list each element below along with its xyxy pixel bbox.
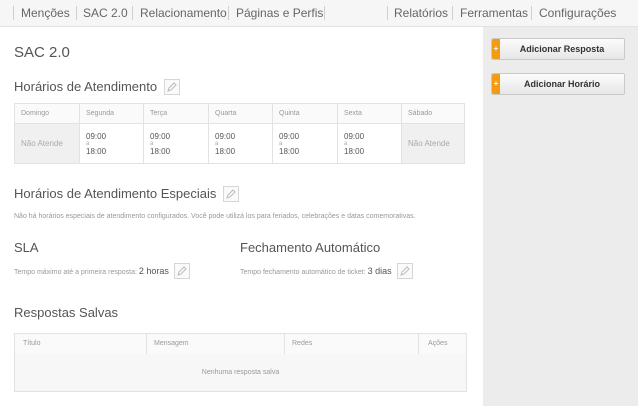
top-navigation: Menções SAC 2.0 Relacionamento Páginas e… — [0, 0, 638, 27]
close-time: 18:00 — [86, 146, 107, 156]
sla-description: Tempo máximo até a primeira resposta: — [14, 268, 137, 276]
page-title: SAC 2.0 — [14, 44, 70, 61]
special-hours-heading: Horários de Atendimento Especiais — [14, 185, 239, 203]
add-response-label: Adicionar Resposta — [519, 44, 605, 54]
sidebar: + Adicionar Resposta + Adicionar Horário — [483, 27, 638, 406]
column-header-mensagem: Mensagem — [154, 340, 189, 347]
schedule-cell: 09:00 a 18:00 — [208, 123, 273, 164]
special-hours-description: Não há horários especiais de atendimento… — [14, 213, 416, 220]
day-header: Quarta — [208, 103, 273, 124]
hours-heading: Horários de Atendimento — [14, 78, 180, 96]
schedule-table: Domingo Segunda Terça Quarta Quinta Sext… — [14, 103, 465, 164]
nav-sac[interactable]: SAC 2.0 — [83, 6, 128, 20]
day-header: Segunda — [79, 103, 144, 124]
edit-hours-icon[interactable] — [163, 78, 180, 95]
nav-separator — [324, 6, 325, 20]
day-header: Sexta — [337, 103, 402, 124]
day-header: Sábado — [401, 103, 465, 124]
sla-value: 2 horas — [138, 265, 169, 276]
plus-icon: + — [492, 39, 500, 59]
schedule-cell: 09:00 a 18:00 — [337, 123, 402, 164]
schedule-cell: 09:00 a 18:00 — [143, 123, 209, 164]
sla-row: Tempo máximo até a primeira resposta: 2 … — [14, 263, 190, 280]
nav-ferramentas[interactable]: Ferramentas — [460, 6, 528, 20]
schedule-cell-closed: Não Atende — [14, 123, 80, 164]
column-header-titulo: Título — [23, 340, 41, 347]
nav-relatorios[interactable]: Relatórios — [394, 6, 448, 20]
column-header-redes: Redes — [292, 340, 313, 347]
plus-icon: + — [492, 74, 500, 94]
nav-configuracoes[interactable]: Configurações — [539, 6, 616, 20]
open-time: 09:00 — [86, 131, 107, 141]
main-content: SAC 2.0 Horários de Atendimento Domingo … — [0, 27, 483, 406]
nav-separator — [13, 6, 14, 20]
closing-row: Tempo fechamento automático de ticket: 3… — [240, 263, 413, 280]
close-time: 18:00 — [215, 146, 236, 156]
schedule-cell: 09:00 a 18:00 — [79, 123, 144, 164]
sla-title: SLA — [14, 240, 39, 255]
nav-separator — [452, 6, 453, 20]
add-hours-label: Adicionar Horário — [523, 79, 600, 89]
schedule-cell: 09:00 a 18:00 — [272, 123, 338, 164]
schedule-cell-closed: Não Atende — [401, 123, 465, 164]
edit-special-hours-icon[interactable] — [222, 185, 239, 202]
close-time: 18:00 — [150, 146, 171, 156]
column-divider — [146, 334, 147, 354]
saved-responses-title: Respostas Salvas — [14, 305, 119, 320]
saved-responses-table: Título Mensagem Redes Ações Nenhuma resp… — [14, 333, 467, 392]
column-divider — [418, 334, 419, 354]
nav-separator — [76, 6, 77, 20]
open-time: 09:00 — [215, 131, 236, 141]
nav-separator — [132, 6, 133, 20]
saved-responses-header: Título Mensagem Redes Ações — [15, 334, 466, 355]
hours-title: Horários de Atendimento — [14, 79, 158, 94]
edit-sla-icon[interactable] — [173, 263, 190, 279]
day-header: Domingo — [14, 103, 80, 124]
saved-responses-empty: Nenhuma resposta salva — [15, 354, 466, 391]
closing-value: 3 dias — [367, 265, 392, 276]
closing-description: Tempo fechamento automático de ticket: — [240, 268, 366, 276]
column-divider — [284, 334, 285, 354]
schedule-hours-row: Não Atende 09:00 a 18:00 09:00 a 18:00 09:00… — [14, 123, 465, 164]
nav-separator — [228, 6, 229, 20]
open-time: 09:00 — [344, 131, 365, 141]
day-header: Quinta — [272, 103, 338, 124]
add-response-button[interactable]: + Adicionar Resposta — [491, 38, 625, 60]
nav-mencoes[interactable]: Menções — [21, 6, 70, 20]
column-header-acoes: Ações — [428, 340, 448, 347]
nav-paginas-perfis[interactable]: Páginas e Perfis — [236, 6, 323, 20]
open-time: 09:00 — [150, 131, 171, 141]
nav-separator — [387, 6, 388, 20]
nav-separator — [531, 6, 532, 20]
edit-closing-icon[interactable] — [396, 263, 413, 279]
nav-relacionamento[interactable]: Relacionamento — [140, 6, 227, 20]
schedule-header-row: Domingo Segunda Terça Quarta Quinta Sext… — [14, 103, 465, 124]
open-time: 09:00 — [279, 131, 300, 141]
close-time: 18:00 — [344, 146, 365, 156]
day-header: Terça — [143, 103, 209, 124]
closing-title: Fechamento Automático — [240, 240, 381, 255]
special-hours-title: Horários de Atendimento Especiais — [14, 186, 217, 201]
add-hours-button[interactable]: + Adicionar Horário — [491, 73, 625, 95]
close-time: 18:00 — [279, 146, 300, 156]
